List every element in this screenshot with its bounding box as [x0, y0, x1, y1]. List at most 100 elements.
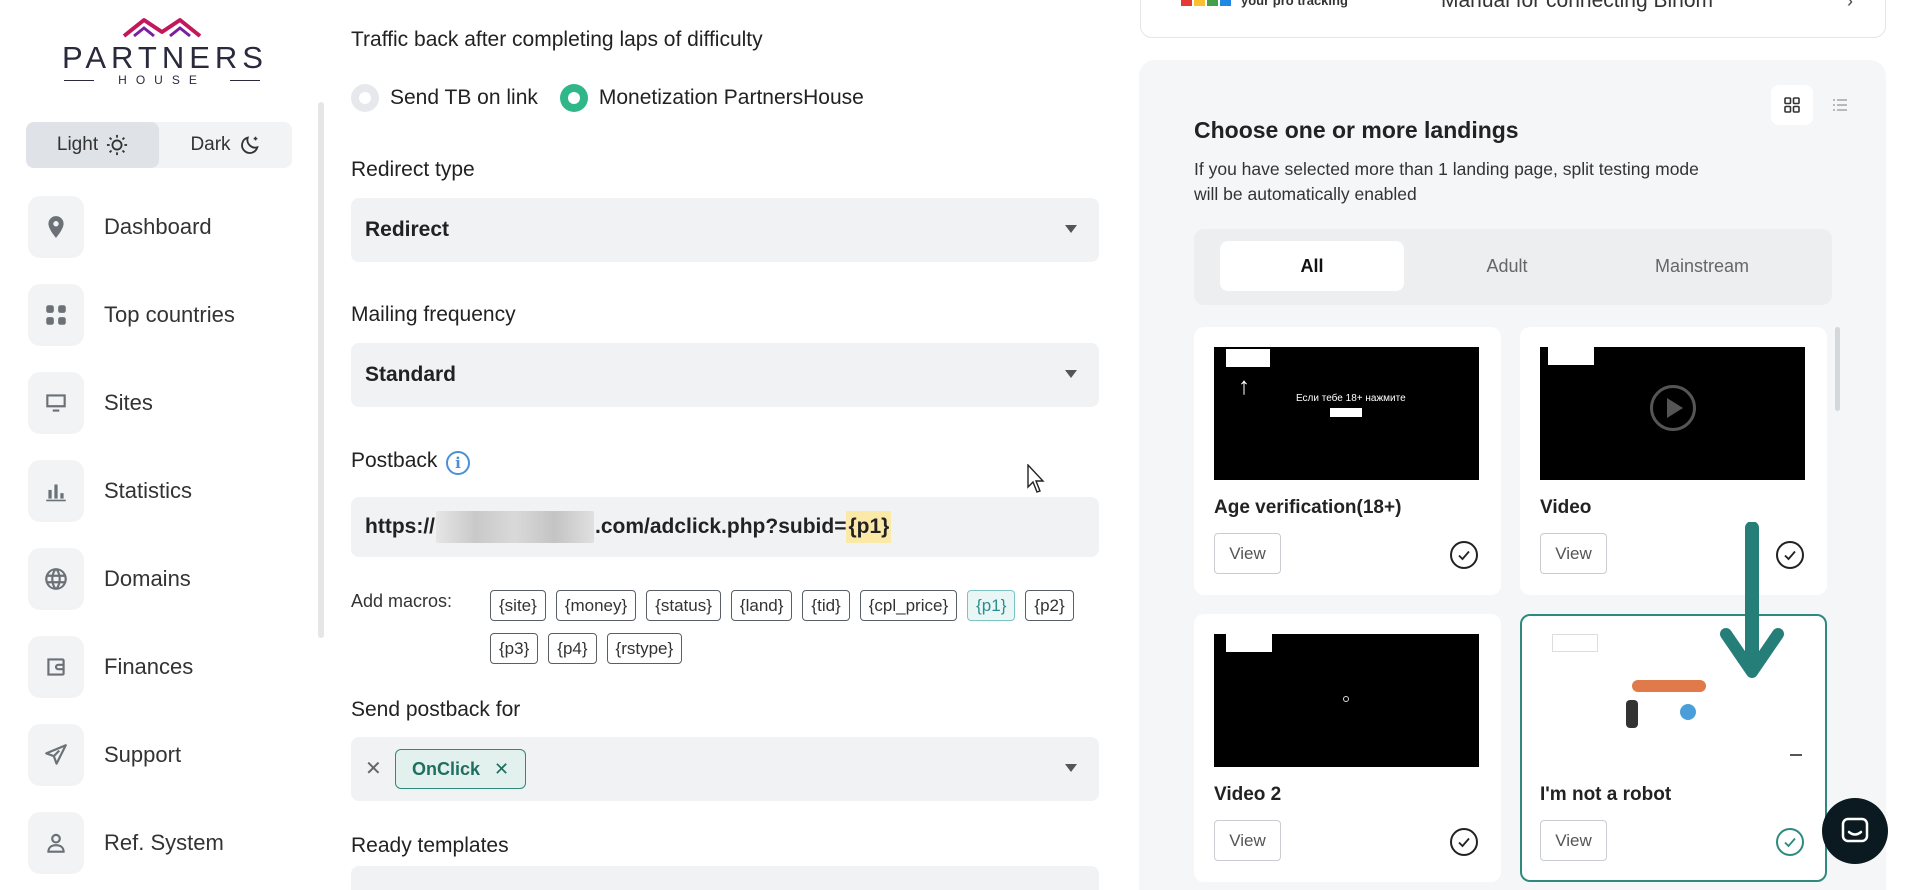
- macro-p2[interactable]: {p2}: [1025, 590, 1074, 621]
- robot-icon: [1680, 704, 1696, 720]
- mailing-frequency-label: Mailing frequency: [351, 303, 516, 326]
- grid-icon: [28, 284, 84, 346]
- landing-card-title: I'm not a robot: [1540, 784, 1672, 805]
- redirect-type-value: Redirect: [365, 218, 450, 241]
- chevron-down-icon: [1065, 370, 1077, 378]
- list-view-button[interactable]: [1819, 85, 1861, 125]
- theme-toggle: Light Dark: [26, 122, 292, 168]
- landing-card-age-verification[interactable]: ↑ Если тебе 18+ нажмите Age verification…: [1194, 327, 1501, 595]
- theme-light-button[interactable]: Light: [26, 122, 159, 168]
- arrow-down-icon: [1720, 522, 1784, 678]
- add-macros-label: Add macros:: [351, 591, 453, 611]
- macro-land[interactable]: {land}: [730, 590, 793, 621]
- check-circle-icon[interactable]: [1776, 828, 1804, 856]
- view-button[interactable]: View: [1540, 533, 1607, 574]
- landings-title: Choose one or more landings: [1194, 117, 1519, 143]
- info-icon[interactable]: i: [446, 451, 470, 475]
- send-postback-for-select[interactable]: ✕ OnClick ✕: [351, 737, 1099, 801]
- macro-p3[interactable]: {p3}: [490, 633, 539, 664]
- bar-chart-icon: [28, 460, 84, 522]
- tab-adult[interactable]: Adult: [1415, 241, 1599, 291]
- macro-rstype[interactable]: {rstype}: [606, 633, 683, 664]
- view-button[interactable]: View: [1214, 820, 1281, 861]
- postback-input[interactable]: https:// .com/adclick.php?subid= {p1}: [351, 497, 1099, 557]
- sidebar-item-label: Support: [104, 742, 182, 767]
- landing-thumbnail: [1214, 634, 1479, 767]
- check-circle-icon[interactable]: [1450, 828, 1478, 856]
- sidebar-item-label: Domains: [104, 566, 191, 591]
- cards-scrollbar[interactable]: [1835, 327, 1840, 411]
- view-button[interactable]: View: [1214, 533, 1281, 574]
- macro-status[interactable]: {status}: [646, 590, 721, 621]
- sidebar-item-sites[interactable]: Sites: [28, 372, 298, 434]
- chip-remove-icon[interactable]: ✕: [494, 759, 509, 780]
- radio-send-tb-label[interactable]: Send TB on link: [390, 86, 538, 110]
- user-icon: [28, 812, 84, 874]
- tab-mainstream[interactable]: Mainstream: [1610, 241, 1794, 291]
- chip-label: OnClick: [412, 758, 481, 779]
- sidebar-item-ref-system[interactable]: Ref. System: [28, 812, 298, 874]
- landing-card-title: Video 2: [1214, 784, 1282, 805]
- radio-monetization-label[interactable]: Monetization PartnersHouse: [599, 86, 864, 110]
- chevron-down-icon: [1065, 225, 1077, 233]
- sidebar-item-label: Top countries: [104, 302, 235, 327]
- postback-suffix: .com/adclick.php?subid=: [594, 515, 847, 538]
- chevron-down-icon: [1065, 764, 1077, 772]
- landing-card-title: Age verification(18+): [1214, 497, 1402, 518]
- send-postback-for-label: Send postback for: [351, 698, 521, 721]
- thumb-caption: Если тебе 18+ нажмите: [1296, 393, 1406, 404]
- traffic-back-label: Traffic back after completing laps of di…: [351, 28, 763, 51]
- thumb-badge: [1226, 349, 1270, 367]
- landing-thumbnail: [1540, 347, 1805, 480]
- macro-tid[interactable]: {tid}: [802, 590, 850, 621]
- thumb-badge: [1226, 634, 1272, 652]
- mailing-frequency-select[interactable]: Standard: [351, 343, 1099, 407]
- logo[interactable]: PARTNERS HOUSE: [62, 16, 268, 88]
- binom-tagline: your pro tracking: [1241, 0, 1348, 8]
- postback-label: Postback: [351, 449, 438, 472]
- theme-dark-button[interactable]: Dark: [159, 122, 292, 168]
- play-icon: [1650, 385, 1696, 431]
- chat-launcher-button[interactable]: [1822, 798, 1888, 864]
- sidebar-item-finances[interactable]: Finances: [28, 636, 298, 698]
- binom-manual-card[interactable]: your pro tracking Manual for connecting …: [1140, 0, 1886, 38]
- sidebar-item-statistics[interactable]: Statistics: [28, 460, 298, 522]
- sidebar-item-label: Finances: [104, 654, 194, 679]
- globe-icon: [28, 548, 84, 610]
- landing-card-title: Video: [1540, 497, 1592, 518]
- landing-category-tabs: All Adult Mainstream: [1194, 229, 1832, 305]
- macro-cpl-price[interactable]: {cpl_price}: [859, 590, 958, 621]
- macro-money[interactable]: {money}: [555, 590, 637, 621]
- tab-all[interactable]: All: [1220, 241, 1404, 291]
- list-view-icon: [1833, 99, 1847, 111]
- macro-p1[interactable]: {p1}: [967, 590, 1016, 621]
- minus-icon: [1790, 754, 1802, 756]
- chevron-right-icon: ›: [1847, 0, 1853, 11]
- grid-view-button[interactable]: [1771, 85, 1813, 125]
- sidebar-item-label: Ref. System: [104, 830, 224, 855]
- macro-site[interactable]: {site}: [490, 590, 546, 621]
- clear-all-icon[interactable]: ✕: [365, 756, 382, 781]
- thumb-badge: [1548, 347, 1594, 365]
- logo-name: PARTNERS: [62, 40, 268, 75]
- mailing-frequency-value: Standard: [365, 363, 457, 386]
- landing-card-video-2[interactable]: Video 2 View: [1194, 614, 1501, 882]
- binom-manual-text: Manual for connecting Binom: [1441, 0, 1713, 12]
- radio-monetization[interactable]: [559, 84, 588, 112]
- check-circle-icon[interactable]: [1450, 541, 1478, 569]
- macro-p4[interactable]: {p4}: [548, 633, 597, 664]
- sidebar-item-label: Sites: [104, 390, 153, 415]
- sidebar-item-domains[interactable]: Domains: [28, 548, 298, 610]
- sidebar-item-top-countries[interactable]: Top countries: [28, 284, 298, 346]
- postback-macro: {p1}: [846, 511, 892, 543]
- binom-logo-icon: [1181, 0, 1231, 6]
- sidebar-scrollbar[interactable]: [318, 102, 324, 638]
- redirect-type-select[interactable]: Redirect: [351, 198, 1099, 262]
- view-button[interactable]: View: [1540, 820, 1607, 861]
- sidebar-item-dashboard[interactable]: Dashboard: [28, 196, 298, 258]
- ready-templates-select[interactable]: [351, 866, 1099, 890]
- sidebar-item-support[interactable]: Support: [28, 724, 298, 786]
- radio-send-tb[interactable]: [351, 84, 379, 112]
- theme-light-label: Light: [56, 134, 99, 155]
- arrow-up-icon: ↑: [1238, 373, 1250, 400]
